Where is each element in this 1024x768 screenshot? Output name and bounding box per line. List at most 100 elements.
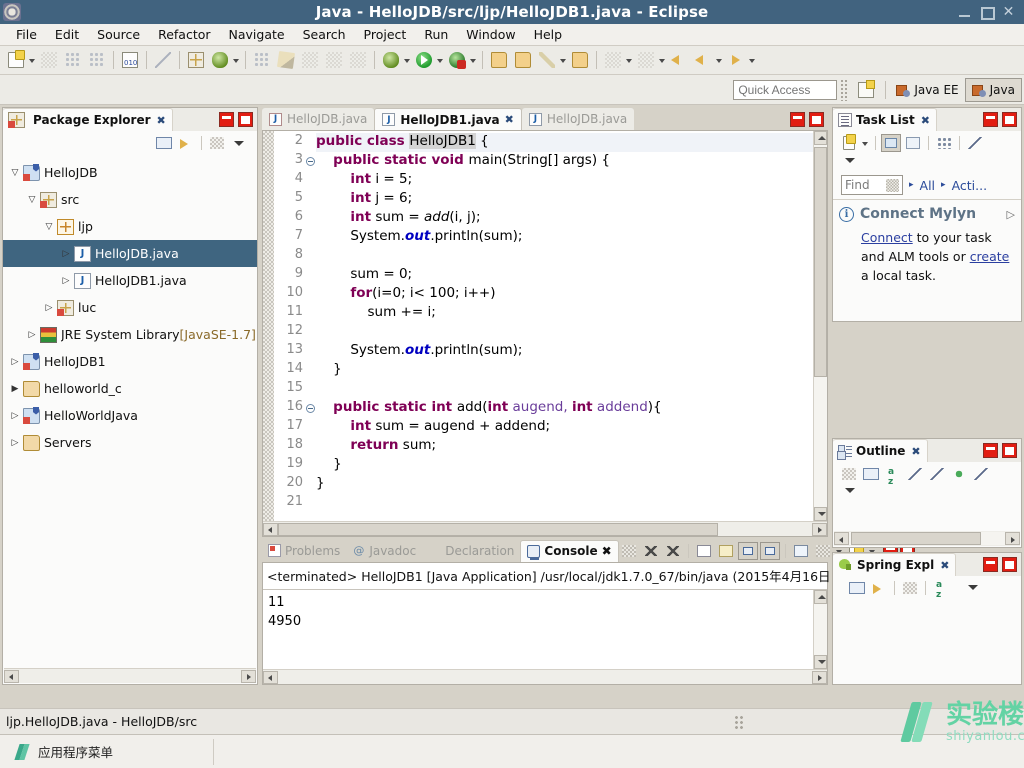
- code-line[interactable]: [316, 247, 813, 266]
- task-filter-active[interactable]: Acti...: [952, 178, 988, 193]
- chevron-right-icon[interactable]: [58, 276, 74, 286]
- code-line[interactable]: System.out.println(sum);: [316, 342, 813, 361]
- view-menu-icon[interactable]: [841, 155, 861, 169]
- code-editor[interactable]: 2 3 4 5 6 7 8 9 10 11 12 13 14 15 16 17 18 19 20 21 public …: [262, 130, 828, 537]
- previous-edit-icon[interactable]: [635, 49, 657, 71]
- view-menu-filter-icon[interactable]: [207, 134, 227, 152]
- show-console-when-output-icon[interactable]: [759, 541, 780, 560]
- tree-item[interactable]: HelloJDB1.java: [3, 267, 257, 294]
- next-annotation-icon[interactable]: [323, 49, 345, 71]
- focus-on-workweek-icon[interactable]: [934, 134, 954, 152]
- package-explorer-tab[interactable]: Package Explorer ✖: [3, 108, 173, 131]
- scroll-left-icon[interactable]: [263, 522, 278, 536]
- annotation-icon[interactable]: [299, 49, 321, 71]
- close-icon[interactable]: ✖: [921, 114, 930, 127]
- minimize-view-button[interactable]: [790, 112, 805, 127]
- menu-project[interactable]: Project: [356, 25, 415, 44]
- new-java-class-dropdown[interactable]: [232, 50, 241, 70]
- scroll-down-icon[interactable]: [814, 655, 827, 669]
- code-line[interactable]: for(i=0; i< 100; i++): [316, 285, 813, 304]
- minimize-view-button[interactable]: [983, 557, 998, 572]
- editor-hscrollbar[interactable]: [263, 521, 827, 536]
- pin-icon[interactable]: [602, 49, 624, 71]
- perspective-tab-java[interactable]: Java: [964, 77, 1022, 102]
- code-line[interactable]: int i = 5;: [316, 171, 813, 190]
- open-perspective-button[interactable]: [855, 79, 877, 101]
- menu-source[interactable]: Source: [89, 25, 148, 44]
- hide-local-types-icon[interactable]: [971, 465, 991, 483]
- code-line[interactable]: [316, 494, 813, 513]
- debug-dropdown[interactable]: [403, 50, 412, 70]
- tree-item[interactable]: helloworld_c: [3, 375, 257, 402]
- bottom-panel-tab[interactable]: Declaration: [422, 540, 520, 562]
- task-find-input[interactable]: Find: [841, 175, 903, 195]
- code-line[interactable]: }: [316, 361, 813, 380]
- connect-link[interactable]: Connect: [861, 230, 913, 245]
- remove-launch-icon[interactable]: [641, 542, 661, 560]
- outline-hscrollbar[interactable]: [834, 531, 1020, 546]
- toolbar-grip[interactable]: [840, 78, 849, 101]
- link-with-editor-icon[interactable]: [869, 579, 889, 597]
- view-menu-icon[interactable]: [229, 134, 249, 152]
- focus-on-active-task-icon[interactable]: [839, 465, 859, 483]
- task-list-tab[interactable]: Task List ✖: [833, 108, 937, 131]
- filter-icon[interactable]: [900, 579, 920, 597]
- window-minimize-button[interactable]: [958, 6, 971, 19]
- scroll-left-icon[interactable]: [4, 669, 19, 683]
- source-code[interactable]: public class HelloJDB1 { public static v…: [306, 131, 813, 521]
- minimize-view-button[interactable]: [983, 443, 998, 458]
- editor-vscrollbar[interactable]: [813, 131, 827, 521]
- run-icon[interactable]: [413, 49, 435, 71]
- tree-item[interactable]: HelloJDB1: [3, 348, 257, 375]
- maximize-view-button[interactable]: [238, 112, 253, 127]
- vscroll-track[interactable]: [814, 604, 827, 655]
- hscroll-thumb[interactable]: [851, 532, 981, 545]
- menu-file[interactable]: File: [8, 25, 45, 44]
- close-icon[interactable]: ✖: [505, 113, 514, 126]
- tree-item[interactable]: src: [3, 186, 257, 213]
- code-line[interactable]: int sum = augend + addend;: [316, 418, 813, 437]
- skip-breakpoints-icon[interactable]: [152, 49, 174, 71]
- new-project-dropdown[interactable]: [559, 50, 568, 70]
- hide-static-icon[interactable]: [927, 465, 947, 483]
- chevron-right-icon[interactable]: [24, 330, 40, 340]
- link-with-editor-icon[interactable]: [176, 134, 196, 152]
- menu-help[interactable]: Help: [526, 25, 571, 44]
- spring-explorer-tab[interactable]: Spring Expl ✖: [833, 553, 957, 576]
- forward-icon[interactable]: [725, 49, 747, 71]
- search-icon[interactable]: [275, 49, 297, 71]
- minimize-view-button[interactable]: [219, 112, 234, 127]
- editor-tab[interactable]: HelloJDB.java: [521, 108, 635, 130]
- previous-edit-dropdown[interactable]: [658, 50, 667, 70]
- open-task-icon[interactable]: [569, 49, 591, 71]
- clear-console-icon[interactable]: [694, 542, 714, 560]
- package-explorer-tree[interactable]: HelloJDB src ljpHelloJDB.java HelloJDB1.jav…: [3, 155, 257, 456]
- hscroll-track[interactable]: [278, 670, 812, 684]
- new-java-project-icon[interactable]: [536, 49, 558, 71]
- scroll-left-icon[interactable]: [834, 532, 849, 545]
- open-type-icon[interactable]: [251, 49, 273, 71]
- chevron-right-icon[interactable]: [7, 438, 23, 448]
- code-line[interactable]: public static void main(String[] args) {: [316, 152, 813, 171]
- previous-annotation-icon[interactable]: [347, 49, 369, 71]
- code-line[interactable]: return sum;: [316, 437, 813, 456]
- tree-item[interactable]: HelloJDB.java: [3, 240, 257, 267]
- quick-access-input[interactable]: [733, 79, 838, 100]
- create-link[interactable]: create: [970, 249, 1010, 264]
- task-filter-all[interactable]: All: [920, 178, 936, 193]
- maximize-view-button[interactable]: [1002, 443, 1017, 458]
- new-task-icon[interactable]: [839, 134, 859, 152]
- collapse-all-icon[interactable]: [154, 134, 174, 152]
- scroll-up-icon[interactable]: [814, 131, 827, 145]
- bottom-panel-tab[interactable]: Javadoc: [346, 540, 422, 562]
- scroll-lock-icon[interactable]: [737, 541, 758, 560]
- new-java-package-icon[interactable]: [185, 49, 207, 71]
- categorized-presentation-icon[interactable]: [881, 134, 901, 152]
- link-with-editor-icon[interactable]: [965, 134, 985, 152]
- build-icon[interactable]: [119, 49, 141, 71]
- console-output[interactable]: 11 4950: [263, 590, 813, 669]
- collapse-all-icon[interactable]: [847, 579, 867, 597]
- new-task-dropdown[interactable]: [861, 133, 870, 153]
- collapse-all-icon[interactable]: [861, 465, 881, 483]
- perspective-tab-java-ee[interactable]: Java EE: [890, 78, 964, 102]
